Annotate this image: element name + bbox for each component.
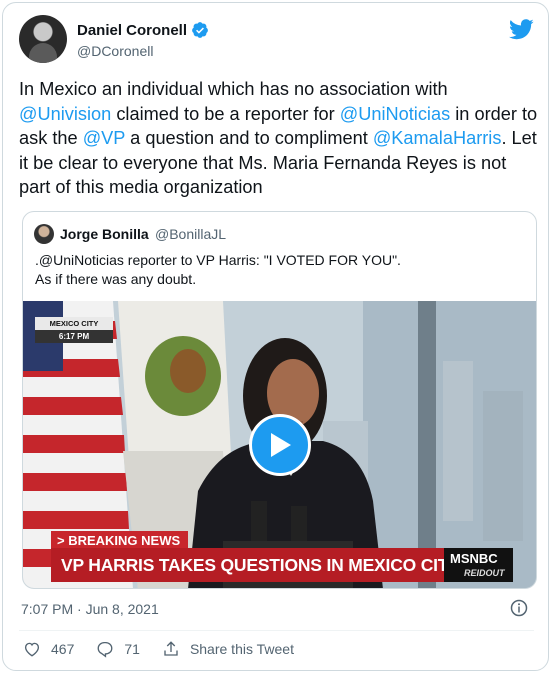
tweet-timestamp[interactable]: 7:07 PM · Jun 8, 2021 bbox=[21, 601, 159, 617]
quoted-text-line: .@UniNoticias reporter to VP Harris: "I … bbox=[35, 252, 401, 268]
quoted-author-handle: @BonillaJL bbox=[155, 226, 227, 242]
quoted-text-line: As if there was any doubt. bbox=[35, 271, 197, 287]
play-icon bbox=[271, 433, 291, 457]
time-label: 6:17 PM bbox=[35, 330, 113, 343]
network-name: MSNBC bbox=[450, 551, 498, 566]
tweet-text-segment: a question and to compliment bbox=[125, 128, 373, 148]
heart-icon bbox=[24, 642, 40, 657]
share-label: Share this Tweet bbox=[189, 641, 294, 657]
location-label: MEXICO CITY bbox=[35, 317, 113, 330]
tweet-text-segment: In Mexico an individual which has no ass… bbox=[19, 79, 448, 99]
like-count: 467 bbox=[51, 641, 75, 657]
reply-bubble-icon bbox=[97, 641, 113, 658]
location-time-tag: MEXICO CITY 6:17 PM bbox=[35, 317, 113, 343]
tweet-actions: 467 71 Share this Tweet bbox=[23, 640, 316, 658]
play-button[interactable] bbox=[249, 414, 311, 476]
headline-text: VP HARRIS TAKES QUESTIONS IN MEXICO CITY bbox=[61, 554, 460, 575]
like-button[interactable]: 467 bbox=[23, 640, 74, 658]
info-icon[interactable] bbox=[510, 599, 528, 617]
mention-kamalaharris-link[interactable]: @KamalaHarris bbox=[373, 128, 502, 148]
twitter-bird-icon[interactable] bbox=[509, 19, 534, 40]
author-name[interactable]: Daniel Coronell bbox=[77, 22, 187, 39]
tweet-card: Daniel Coronell @DCoronell In Mexico an … bbox=[2, 2, 549, 671]
quoted-tweet[interactable]: Jorge Bonilla @BonillaJL .@UniNoticias r… bbox=[22, 211, 537, 589]
quoted-tweet-text: .@UniNoticias reporter to VP Harris: "I … bbox=[35, 251, 401, 289]
reply-count: 71 bbox=[124, 641, 140, 657]
mention-uninoticias-link[interactable]: @UniNoticias bbox=[340, 104, 450, 124]
quoted-author-name: Jorge Bonilla bbox=[60, 226, 149, 242]
author-name-row[interactable]: Daniel Coronell bbox=[77, 21, 209, 39]
reply-button[interactable]: 71 bbox=[96, 640, 140, 658]
network-logo: MSNBC REIDOUT bbox=[444, 548, 513, 582]
quoted-author-avatar bbox=[34, 224, 54, 244]
author-avatar[interactable] bbox=[19, 15, 67, 63]
video-player[interactable]: MEXICO CITY 6:17 PM > BREAKING NEWS VP H… bbox=[23, 301, 536, 588]
show-name: REIDOUT bbox=[464, 568, 505, 578]
news-lower-third: VP HARRIS TAKES QUESTIONS IN MEXICO CITY… bbox=[51, 548, 513, 582]
author-handle[interactable]: @DCoronell bbox=[77, 43, 153, 59]
tweet-body: In Mexico an individual which has no ass… bbox=[19, 77, 539, 200]
share-button[interactable]: Share this Tweet bbox=[162, 640, 294, 658]
mention-univision-link[interactable]: @Univision bbox=[19, 104, 111, 124]
share-icon bbox=[164, 641, 178, 656]
verified-badge-icon bbox=[192, 22, 208, 38]
divider bbox=[19, 630, 534, 631]
tweet-text-segment: claimed to be a reporter for bbox=[111, 103, 340, 124]
tweet-header: Daniel Coronell @DCoronell bbox=[19, 15, 534, 65]
mention-vp-link[interactable]: @VP bbox=[83, 128, 125, 148]
